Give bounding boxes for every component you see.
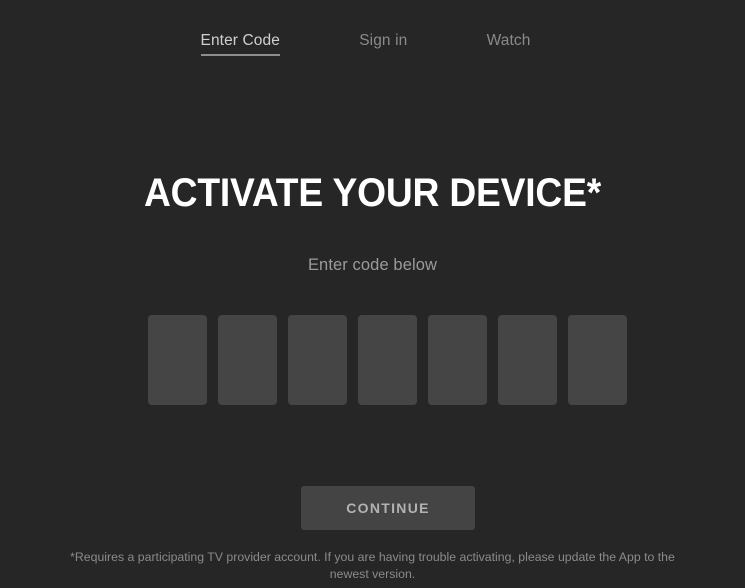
code-input-7[interactable] [568, 315, 627, 405]
page-title: ACTIVATE YOUR DEVICE* [143, 171, 602, 215]
code-input-1[interactable] [148, 315, 207, 405]
code-input-6[interactable] [498, 315, 557, 405]
code-input-5[interactable] [428, 315, 487, 405]
code-input-2[interactable] [218, 315, 277, 405]
page-subtitle: Enter code below [307, 256, 438, 274]
activation-panel: ACTIVATE YOUR DEVICE* Enter code below C… [0, 0, 745, 588]
continue-button[interactable]: CONTINUE [301, 486, 475, 530]
code-input-group [148, 315, 627, 405]
code-input-3[interactable] [288, 315, 347, 405]
code-input-4[interactable] [358, 315, 417, 405]
footer-disclaimer: *Requires a participating TV provider ac… [70, 550, 675, 581]
